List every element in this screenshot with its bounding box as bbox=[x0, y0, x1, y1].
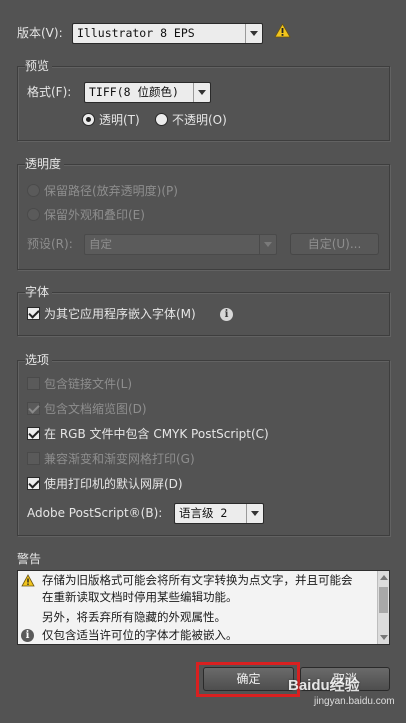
preserve-appearance-label: 保留外观和叠印(E) bbox=[44, 208, 145, 222]
preserve-paths-radio[interactable] bbox=[27, 184, 40, 197]
warnings-box: 存储为旧版格式可能会将所有文字转换为点文字，并且可能会 在重新读取文档时停用某些… bbox=[17, 570, 390, 645]
warnings-scrollbar[interactable] bbox=[377, 571, 389, 644]
postscript-select[interactable]: 语言级 2 bbox=[174, 503, 264, 524]
include-linked-files-label: 包含链接文件(L) bbox=[44, 377, 133, 391]
warning-icon bbox=[21, 574, 35, 587]
gradient-compat-checkbox[interactable] bbox=[27, 452, 40, 465]
transparent-radio[interactable] bbox=[82, 113, 95, 126]
embed-fonts-label: 为其它应用程序嵌入字体(M) bbox=[44, 307, 196, 321]
opaque-label: 不透明(O) bbox=[172, 113, 227, 127]
fonts-title: 字体 bbox=[25, 284, 53, 300]
printer-screens-label: 使用打印机的默认网屏(D) bbox=[44, 477, 183, 491]
preset-select[interactable]: 自定 bbox=[84, 234, 277, 255]
chevron-down-icon bbox=[245, 24, 262, 43]
opaque-radio[interactable] bbox=[155, 113, 168, 126]
scroll-thumb[interactable] bbox=[379, 587, 388, 613]
options-title: 选项 bbox=[25, 352, 53, 368]
version-value: Illustrator 8 EPS bbox=[77, 26, 195, 40]
preserve-paths-label: 保留路径(放弃透明度)(P) bbox=[44, 184, 178, 198]
warnings-title: 警告 bbox=[17, 552, 42, 566]
include-thumbnail-checkbox[interactable] bbox=[27, 402, 40, 415]
postscript-label: Adobe PostScript®(B): bbox=[27, 506, 163, 520]
gradient-compat-label: 兼容渐变和渐变网格打印(G) bbox=[44, 452, 195, 466]
warning-icon bbox=[274, 23, 291, 38]
chevron-down-icon bbox=[193, 83, 210, 102]
format-select[interactable]: TIFF(8 位颜色) bbox=[84, 82, 211, 103]
warning-line: 存储为旧版格式可能会将所有文字转换为点文字，并且可能会 bbox=[42, 573, 353, 587]
format-label: 格式(F): bbox=[27, 85, 72, 99]
preview-group bbox=[17, 66, 390, 141]
printer-screens-checkbox[interactable] bbox=[27, 477, 40, 490]
embed-fonts-checkbox[interactable] bbox=[27, 307, 40, 320]
ok-button[interactable]: 确定 bbox=[203, 667, 294, 691]
info-icon: i bbox=[21, 629, 34, 642]
format-value: TIFF(8 位颜色) bbox=[89, 85, 179, 99]
version-select[interactable]: Illustrator 8 EPS bbox=[72, 23, 263, 44]
scroll-up-icon[interactable] bbox=[380, 575, 388, 580]
preset-label: 预设(R): bbox=[27, 237, 73, 251]
warning-line: 在重新读取文档时停用某些编辑功能。 bbox=[42, 590, 238, 604]
include-thumbnail-label: 包含文档缩览图(D) bbox=[44, 402, 147, 416]
preset-value: 自定 bbox=[89, 237, 112, 251]
info-icon[interactable]: i bbox=[220, 308, 233, 321]
preview-title: 预览 bbox=[25, 58, 53, 74]
warning-line: 仅包含适当许可位的字体才能被嵌入。 bbox=[42, 628, 238, 642]
include-cmyk-label: 在 RGB 文件中包含 CMYK PostScript(C) bbox=[44, 427, 269, 441]
include-linked-files-checkbox[interactable] bbox=[27, 377, 40, 390]
include-cmyk-checkbox[interactable] bbox=[27, 427, 40, 440]
version-label: 版本(V): bbox=[17, 26, 63, 40]
watermark-url: jingyan.baidu.com bbox=[314, 696, 395, 707]
warning-line: 另外，将丢弃所有隐藏的外观属性。 bbox=[42, 610, 226, 624]
chevron-down-icon bbox=[259, 235, 276, 254]
custom-button[interactable]: 自定(U)... bbox=[290, 233, 379, 255]
chevron-down-icon bbox=[246, 504, 263, 523]
transparent-label: 透明(T) bbox=[99, 113, 140, 127]
watermark-logo: Baidu经验 bbox=[288, 677, 360, 694]
transparency-title: 透明度 bbox=[25, 156, 65, 172]
postscript-value: 语言级 2 bbox=[179, 506, 228, 520]
scroll-down-icon[interactable] bbox=[380, 635, 388, 640]
preserve-appearance-radio[interactable] bbox=[27, 208, 40, 221]
